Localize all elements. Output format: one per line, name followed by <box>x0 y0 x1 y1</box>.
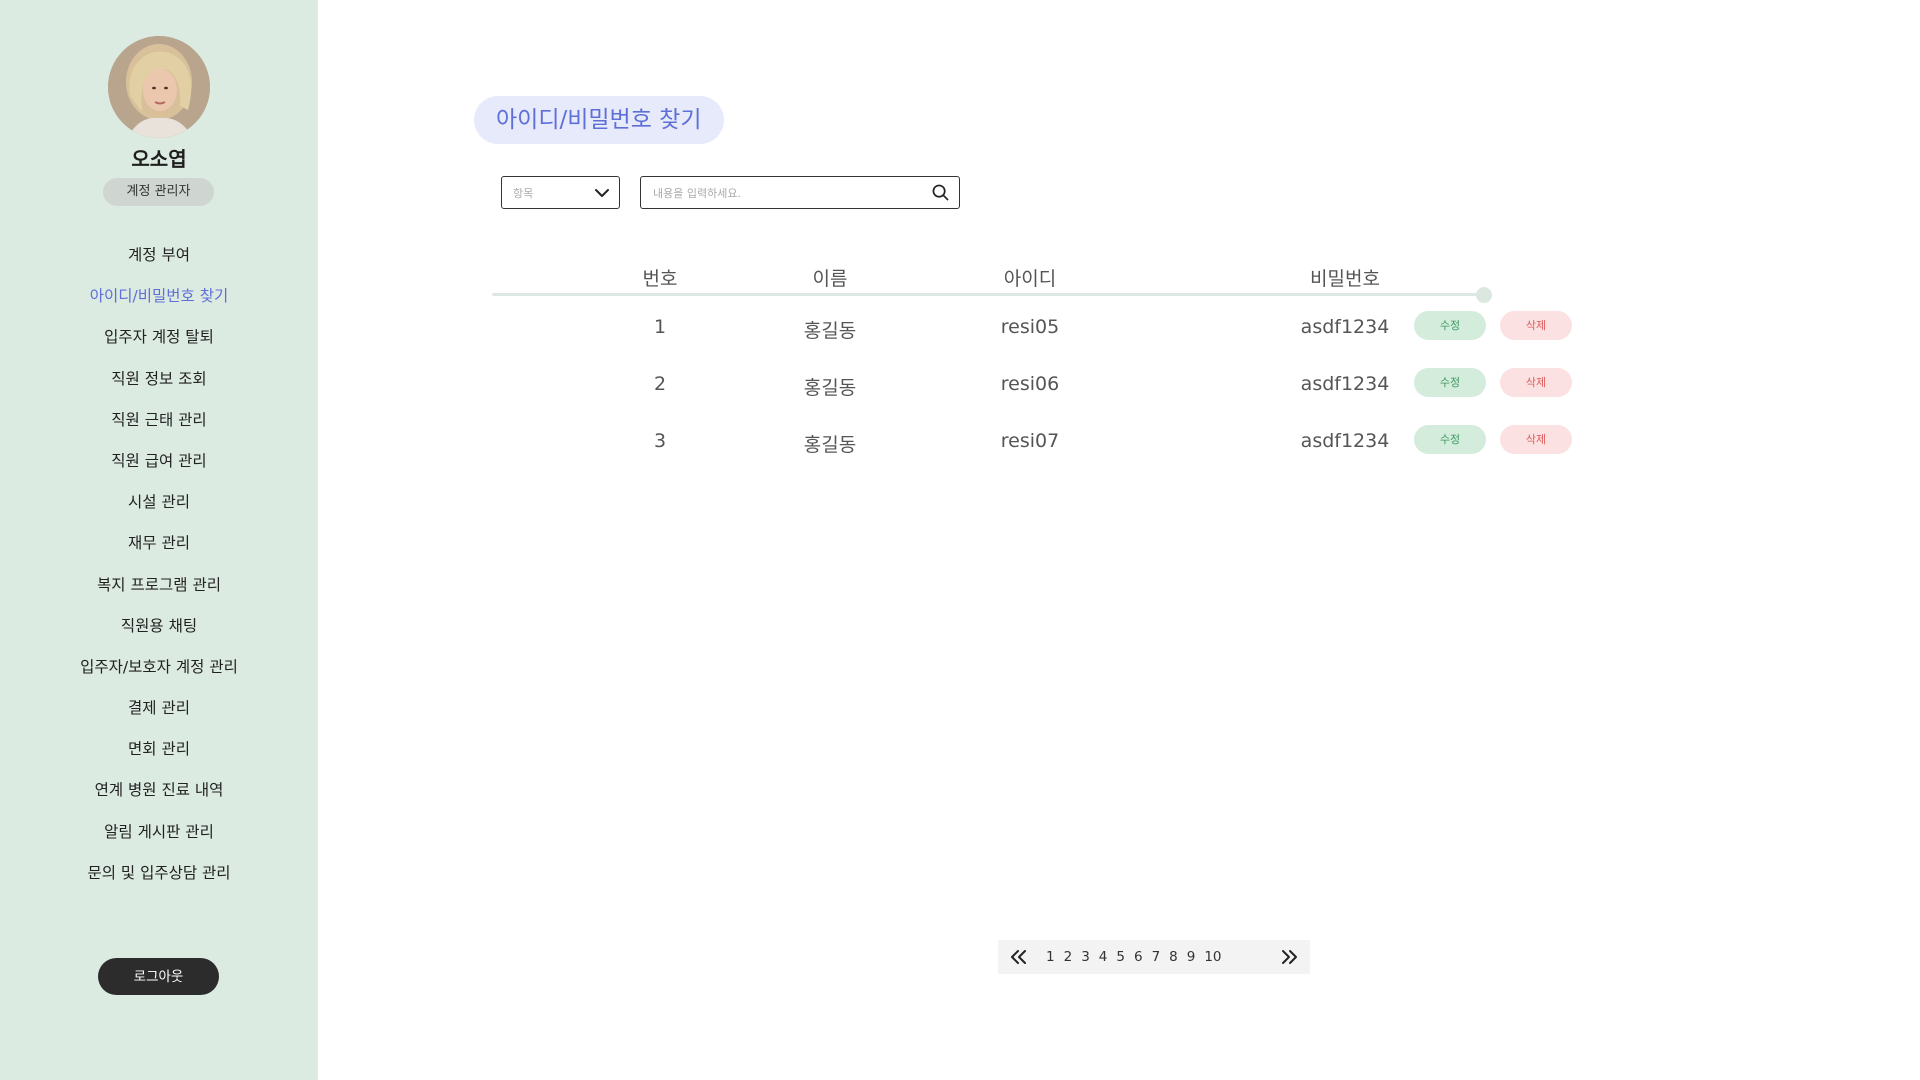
search-icon[interactable] <box>932 184 949 201</box>
sidebar-item-find-id-password[interactable]: 아이디/비밀번호 찾기 <box>0 283 318 324</box>
sidebar-item-hospital-records[interactable]: 연계 병원 진료 내역 <box>0 777 318 818</box>
profile-photo <box>108 36 210 138</box>
column-header-id: 아이디 <box>1003 268 1057 290</box>
cell-number: 2 <box>653 373 667 395</box>
user-name: 오소엽 <box>131 147 187 171</box>
cell-password: asdf1234 <box>1300 316 1390 338</box>
sidebar-item-account-grant[interactable]: 계정 부여 <box>0 242 318 283</box>
search-input[interactable] <box>653 183 923 203</box>
delete-button[interactable]: 삭제 <box>1500 311 1572 340</box>
double-chevron-left-icon[interactable] <box>1010 948 1028 966</box>
sidebar-item-staff-chat[interactable]: 직원용 채팅 <box>0 613 318 654</box>
category-select[interactable]: 항목 <box>501 176 620 209</box>
sidebar-item-resident-withdrawal[interactable]: 입주자 계정 탈퇴 <box>0 324 318 365</box>
sidebar-item-staff-info[interactable]: 직원 정보 조회 <box>0 366 318 407</box>
sidebar-item-finance[interactable]: 재무 관리 <box>0 530 318 571</box>
cell-id: resi07 <box>1000 430 1060 452</box>
cell-password: asdf1234 <box>1300 373 1390 395</box>
sidebar-item-notice-board[interactable]: 알림 게시판 관리 <box>0 819 318 860</box>
avatar <box>108 36 210 138</box>
edit-button[interactable]: 수정 <box>1414 425 1486 454</box>
page-number[interactable]: 5 <box>1116 949 1125 965</box>
chevron-down-icon <box>595 189 609 197</box>
page-number[interactable]: 4 <box>1099 949 1108 965</box>
role-badge: 계정 관리자 <box>103 178 214 206</box>
cell-number: 3 <box>653 430 667 452</box>
category-select-value: 항목 <box>513 187 534 200</box>
sidebar-item-inquiry-consultation[interactable]: 문의 및 입주상담 관리 <box>0 860 318 901</box>
page-number[interactable]: 2 <box>1064 949 1073 965</box>
pagination: 1 2 3 4 5 6 7 8 9 10 <box>998 940 1310 974</box>
delete-button[interactable]: 삭제 <box>1500 368 1572 397</box>
sidebar-item-welfare-program[interactable]: 복지 프로그램 관리 <box>0 572 318 613</box>
sidebar-item-resident-guardian-accounts[interactable]: 입주자/보호자 계정 관리 <box>0 654 318 695</box>
page-title: 아이디/비밀번호 찾기 <box>474 96 724 144</box>
page-number[interactable]: 9 <box>1187 949 1196 965</box>
edit-button[interactable]: 수정 <box>1414 368 1486 397</box>
column-header-number: 번호 <box>642 268 678 290</box>
page-number[interactable]: 3 <box>1081 949 1090 965</box>
sidebar: 오소엽 계정 관리자 계정 부여 아이디/비밀번호 찾기 입주자 계정 탈퇴 직… <box>0 0 318 1080</box>
page-number[interactable]: 10 <box>1204 949 1221 965</box>
column-header-password: 비밀번호 <box>1310 268 1380 290</box>
search-box <box>640 176 960 209</box>
double-chevron-right-icon[interactable] <box>1280 948 1298 966</box>
cell-name: 홍길동 <box>803 320 857 342</box>
page-number[interactable]: 1 <box>1046 949 1055 965</box>
page-number[interactable]: 7 <box>1152 949 1161 965</box>
cell-id: resi05 <box>1000 316 1060 338</box>
page-number[interactable]: 8 <box>1169 949 1178 965</box>
cell-id: resi06 <box>1000 373 1060 395</box>
column-header-name: 이름 <box>812 268 848 290</box>
page-number[interactable]: 6 <box>1134 949 1143 965</box>
cell-name: 홍길동 <box>803 434 857 456</box>
sidebar-menu: 계정 부여 아이디/비밀번호 찾기 입주자 계정 탈퇴 직원 정보 조회 직원 … <box>0 242 318 901</box>
edit-button[interactable]: 수정 <box>1414 311 1486 340</box>
sidebar-item-facility[interactable]: 시설 관리 <box>0 489 318 530</box>
header-divider-dot <box>1476 287 1492 303</box>
cell-password: asdf1234 <box>1300 430 1390 452</box>
sidebar-item-visit[interactable]: 면회 관리 <box>0 736 318 777</box>
cell-name: 홍길동 <box>803 377 857 399</box>
sidebar-item-staff-attendance[interactable]: 직원 근태 관리 <box>0 407 318 448</box>
page-numbers: 1 2 3 4 5 6 7 8 9 10 <box>1046 949 1231 965</box>
sidebar-item-payment[interactable]: 결제 관리 <box>0 695 318 736</box>
logout-button[interactable]: 로그아웃 <box>98 958 219 995</box>
delete-button[interactable]: 삭제 <box>1500 425 1572 454</box>
header-divider <box>492 293 1485 296</box>
sidebar-item-staff-salary[interactable]: 직원 급여 관리 <box>0 448 318 489</box>
cell-number: 1 <box>653 316 667 338</box>
